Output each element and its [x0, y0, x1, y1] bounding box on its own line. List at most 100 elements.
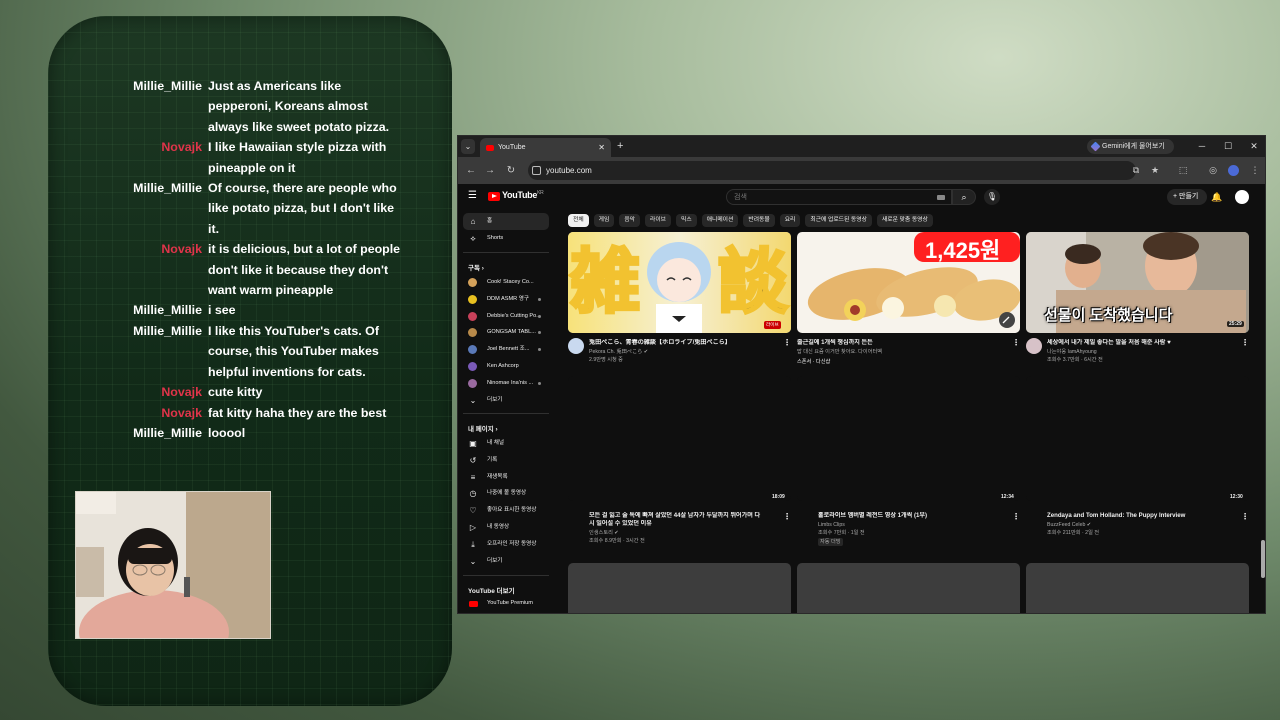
video-thumbnail-ad[interactable]: 1,425원 [797, 232, 1020, 333]
video-title[interactable]: 홀로라이브 멤버별 레전드 영상 1개씩 (1부) [818, 512, 1008, 520]
minimize-button[interactable]: ─ [1194, 136, 1210, 157]
new-tab-button[interactable]: + [617, 138, 623, 155]
video-thumbnail-ahyoung[interactable]: 선물이 도착했습니다 25:29 [1026, 232, 1249, 333]
video-title[interactable]: 세상에서 내가 제일 좋다는 말을 처음 해준 사람 ♥ [1047, 339, 1237, 347]
channel-avatar [468, 311, 477, 321]
video-thumbnail-placeholder[interactable]: 12:30 [1026, 376, 1249, 501]
site-info-icon[interactable] [532, 166, 541, 175]
more-options-icon[interactable]: ⋮ [783, 338, 791, 347]
subscriptions-heading[interactable]: 구독 › [468, 262, 484, 272]
sidebar-item-label: GONGSAM TABL... [487, 329, 536, 336]
sidebar-item-subscription[interactable]: Ninomae Ina'nis ... [463, 375, 549, 392]
filter-chip[interactable]: 애니메이션 [701, 214, 739, 227]
video-thumbnail-placeholder[interactable]: 12:34 [797, 376, 1020, 501]
tab-close-icon[interactable]: ✕ [598, 138, 605, 157]
search-input[interactable]: 검색 [726, 189, 952, 205]
sidebar-item-subscription[interactable]: Debbie's Cutting Po... [463, 308, 549, 325]
video-channel[interactable]: Limbs Clips [818, 521, 1008, 529]
sidebar-item-label: Shorts [487, 235, 504, 241]
filter-chip[interactable]: 반려동물 [743, 214, 775, 227]
keyboard-icon[interactable] [937, 195, 945, 200]
back-arrow-icon[interactable]: ← [464, 157, 478, 184]
sidebar-item-subscription[interactable]: DDM ASMR 영구 [463, 291, 549, 308]
channel-avatar[interactable] [1026, 338, 1042, 354]
gemini-button[interactable]: Gemini에게 물어보기 [1087, 139, 1174, 154]
account-avatar[interactable] [1235, 190, 1249, 204]
video-title-line2[interactable]: 시 일어설 수 있었던 이유 [589, 520, 785, 528]
sidebar-item-my-page[interactable]: ◷ 나중에 볼 동영상 [463, 485, 549, 502]
filter-chip[interactable]: 요리 [779, 214, 801, 227]
extensions-icon[interactable]: ⬚ [1176, 157, 1190, 184]
bookmark-star-icon[interactable]: ★ [1148, 157, 1162, 184]
filter-chip[interactable]: 믹스 [676, 214, 697, 227]
tab-youtube[interactable]: YouTube ✕ [480, 138, 611, 157]
forward-arrow-icon[interactable]: → [483, 157, 497, 184]
sidebar-item-my-page[interactable]: ▣ 내 채널 [463, 435, 549, 452]
more-options-icon[interactable]: ⋮ [1241, 338, 1249, 347]
menu-hamburger-icon[interactable]: ☰ [468, 190, 477, 201]
video-thumbnail-placeholder[interactable]: 18:09 [568, 376, 791, 501]
sidebar-item-my-page[interactable]: ⤓ 오프라인 저장 동영상 [463, 536, 549, 553]
ad-sponsor[interactable]: 스폰서 · 다신샵 [797, 358, 1007, 366]
cast-icon[interactable]: ⧉ [1129, 157, 1143, 184]
more-options-icon[interactable]: ⋮ [1012, 512, 1020, 521]
sidebar-item-subscription[interactable]: GONGSAM TABL... [463, 324, 549, 341]
chrome-menu-icon[interactable]: ⋮ [1248, 157, 1262, 184]
video-channel[interactable]: 나는야웅 IamAhyoung [1047, 348, 1237, 356]
webcam-person-image [76, 492, 270, 638]
video-channel[interactable]: 인생스토리 ✔ [589, 529, 779, 537]
notifications-bell-icon[interactable]: 🔔 [1211, 189, 1222, 205]
sidebar-item-my-page[interactable]: ≡ 재생목록 [463, 469, 549, 486]
url-input[interactable]: youtube.com [528, 161, 1136, 180]
sidebar-item-my-page[interactable]: ⌄ 더보기 [463, 553, 549, 570]
filter-chip[interactable]: 라이브 [645, 214, 672, 227]
video-channel[interactable]: Pekora Ch. 兎田ぺこら ✔ [589, 348, 779, 356]
filter-chip[interactable]: 게임 [593, 214, 615, 227]
sidebar-item-my-page[interactable]: ↺ 기록 [463, 452, 549, 469]
maximize-button[interactable]: ☐ [1220, 136, 1236, 157]
page-scrollbar[interactable] [1259, 210, 1265, 613]
reload-icon[interactable]: ↻ [504, 157, 518, 184]
sidebar-item-subscription[interactable]: Cook! Stacey Co... [463, 274, 549, 291]
video-title[interactable]: 兎田ぺこら、青春の雑談【ホロライブ/兎田ぺこら】 [589, 339, 779, 347]
chrome-labs-icon[interactable]: ◎ [1206, 157, 1220, 184]
video-title-line1[interactable]: 모든 걸 잃고 술 독에 빠져 살았던 44살 남자가 두달까지 뛰어가며 다 [589, 512, 785, 520]
video-title[interactable]: Zendaya and Tom Holland: The Puppy Inter… [1047, 512, 1243, 520]
my-page-heading[interactable]: 내 페이지 › [468, 423, 498, 433]
live-indicator-icon [538, 331, 541, 335]
create-button[interactable]: + 만들기 [1167, 189, 1207, 205]
live-indicator-icon [538, 381, 541, 385]
microphone-icon[interactable]: 🎙 [984, 189, 1000, 205]
video-meta: 2.9만명 시청 중 [589, 357, 623, 363]
video-thumbnail-pekora[interactable]: 雑 談 라이브 [568, 232, 791, 333]
more-options-icon[interactable]: ⋮ [783, 512, 791, 521]
sidebar-item-more[interactable]: ⌄ 더보기 [463, 392, 549, 409]
channel-avatar [468, 294, 477, 304]
sidebar-item-my-page[interactable]: ▷ 내 동영상 [463, 519, 549, 536]
close-window-button[interactable]: ✕ [1246, 136, 1262, 157]
sidebar-item-subscription[interactable]: Joel Bennett 조... [463, 341, 549, 358]
sidebar-item-my-page[interactable]: ♡ 좋아요 표시한 동영상 [463, 502, 549, 519]
chat-username: Millie_Millie [133, 425, 202, 440]
sidebar-item-home[interactable]: ⌂ 홈 [463, 213, 549, 230]
youtube-logo-text[interactable]: YouTubeKR [502, 190, 544, 200]
scrollbar-thumb[interactable] [1261, 540, 1265, 578]
search-icon[interactable]: ⌕ [952, 189, 976, 205]
profile-avatar[interactable] [1228, 165, 1239, 176]
sidebar-item-premium[interactable]: YouTube Premium [463, 595, 549, 612]
chat-message-text: I like Hawaiian style pizza with pineapp… [208, 140, 387, 175]
tab-search-button[interactable]: ⌄ [461, 139, 475, 154]
filter-chip[interactable]: 전체 [568, 214, 589, 227]
youtube-logo-icon[interactable] [488, 192, 500, 201]
more-options-icon[interactable]: ⋮ [1012, 338, 1020, 347]
sidebar-item-shorts[interactable]: ⟡ Shorts [463, 230, 549, 247]
video-channel[interactable]: BuzzFeed Celeb ✔ [1047, 521, 1237, 529]
filter-chip[interactable]: 음악 [619, 214, 641, 227]
more-options-icon[interactable]: ⋮ [1241, 512, 1249, 521]
channel-avatar[interactable] [568, 338, 584, 354]
video-title[interactable]: 출근길에 1개씩 챙심까지 든든 [797, 339, 1007, 347]
filter-chip[interactable]: 새로운 맞춤 동영상 [876, 214, 933, 227]
filter-chip[interactable]: 최근에 업로드된 동영상 [805, 214, 872, 227]
sidebar-item-subscription[interactable]: Ken Ashcorp [463, 358, 549, 375]
video-meta: 조회수 8.9만회 · 3시간 전 [589, 538, 645, 544]
